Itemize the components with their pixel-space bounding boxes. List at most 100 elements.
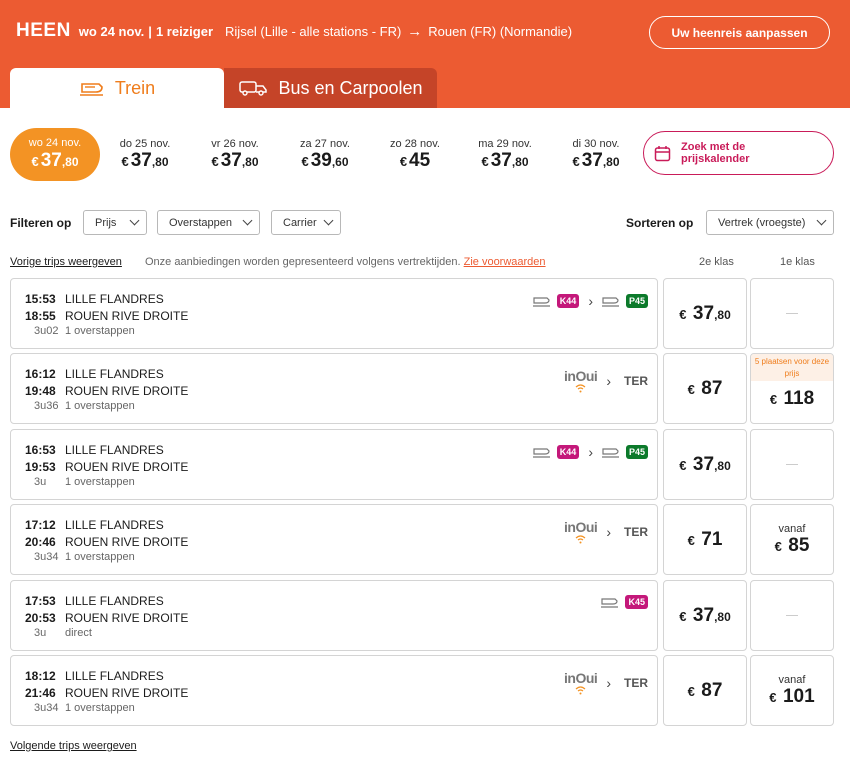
arrival-station: ROUEN RIVE DROITE bbox=[65, 309, 189, 323]
trip-times: 17:12 20:46 bbox=[25, 517, 56, 551]
first-class-fare[interactable]: 5 plaatsen voor deze prijs € 118 bbox=[750, 353, 834, 424]
traveler-count: 1 reiziger bbox=[155, 24, 214, 39]
trip-row[interactable]: 15:53 18:55 LILLE FLANDRES ROUEN RIVE DROIT… bbox=[10, 278, 658, 349]
calendar-label-2: prijskalender bbox=[681, 153, 750, 165]
second-class-header: 2e klas bbox=[699, 256, 734, 268]
trip-duration: 3u36 bbox=[34, 400, 59, 412]
trip-transfers: 1 overstappen bbox=[65, 551, 135, 563]
inoui-logo: inOui bbox=[564, 519, 598, 544]
date-price: €37,80 bbox=[31, 150, 79, 171]
first-class-fare bbox=[750, 429, 834, 500]
direction-label: HEEN bbox=[16, 20, 71, 41]
fare-price: € 71 bbox=[687, 528, 723, 550]
date-label: do 25 nov. bbox=[119, 138, 171, 150]
terms-link[interactable]: Zie voorwaarden bbox=[464, 256, 546, 268]
arrival-station: ROUEN RIVE DROITE bbox=[65, 384, 189, 398]
trip-times: 16:53 19:53 bbox=[25, 442, 56, 476]
date-label: di 30 nov. bbox=[572, 138, 620, 150]
trip-times: 16:12 19:48 bbox=[25, 366, 56, 400]
fare-price: € 101 bbox=[769, 685, 815, 707]
tab-bus-carpool[interactable]: Bus en Carpoolen bbox=[224, 68, 437, 108]
second-class-fare[interactable]: € 87 bbox=[663, 353, 747, 424]
fare-price: € 87 bbox=[687, 377, 723, 399]
wifi-icon bbox=[575, 686, 586, 695]
date-option[interactable]: di 30 nov. €37,80 bbox=[556, 138, 636, 172]
seats-notice: 5 plaatsen voor deze prijs bbox=[751, 354, 833, 381]
date-price: €37,80 bbox=[211, 150, 259, 171]
departure-station: LILLE FLANDRES bbox=[65, 443, 164, 457]
date-selected[interactable]: wo 24 nov. €37,80 bbox=[10, 128, 100, 181]
fare-price: € 118 bbox=[769, 387, 815, 409]
train-icon bbox=[532, 448, 550, 458]
filter-carrier-dropdown[interactable]: Carrier bbox=[271, 210, 341, 235]
wifi-icon bbox=[575, 384, 586, 393]
date-label: za 27 nov. bbox=[300, 138, 350, 150]
tab-train-label: Trein bbox=[114, 77, 156, 98]
wifi-icon bbox=[575, 535, 586, 544]
first-class-fare[interactable]: vanaf € 85 bbox=[750, 504, 834, 575]
train-icon bbox=[79, 83, 103, 96]
ter-label: TER bbox=[624, 675, 648, 690]
adjust-journey-button[interactable]: Uw heenreis aanpassen bbox=[649, 16, 830, 49]
previous-trips-link[interactable]: Vorige trips weergeven bbox=[10, 256, 122, 268]
filter-transfers-dropdown[interactable]: Overstappen bbox=[157, 210, 260, 235]
trip-row[interactable]: 17:53 20:53 LILLE FLANDRES ROUEN RIVE DROIT… bbox=[10, 580, 658, 651]
trip-transfers: 1 overstappen bbox=[65, 400, 135, 412]
date-option[interactable]: ma 29 nov. €37,80 bbox=[465, 138, 545, 172]
trip-times: 15:53 18:55 bbox=[25, 291, 56, 325]
bus-car-icon bbox=[239, 81, 268, 96]
trip-row[interactable]: 18:12 21:46 LILLE FLANDRES ROUEN RIVE DROIT… bbox=[10, 655, 658, 726]
date-option[interactable]: za 27 nov. €39,60 bbox=[285, 138, 365, 172]
second-class-fare[interactable]: € 71 bbox=[663, 504, 747, 575]
journey-date: wo 24 nov. bbox=[78, 24, 145, 39]
departure-time: 16:12 bbox=[25, 367, 56, 381]
date-price: €37,80 bbox=[572, 150, 620, 171]
trip-row[interactable]: 17:12 20:46 LILLE FLANDRES ROUEN RIVE DROIT… bbox=[10, 504, 658, 575]
route-arrow-icon: → bbox=[407, 23, 423, 40]
trip-row[interactable]: 16:12 19:48 LILLE FLANDRES ROUEN RIVE DROIT… bbox=[10, 353, 658, 424]
price-calendar-button[interactable]: Zoek met de prijskalender bbox=[643, 131, 834, 175]
trip-duration: 3u34 bbox=[34, 702, 59, 714]
second-class-fare[interactable]: € 87 bbox=[663, 655, 747, 726]
trip-duration: 3u bbox=[34, 476, 47, 488]
trip-duration: 3u02 bbox=[34, 325, 59, 337]
first-class-fare[interactable]: vanaf € 101 bbox=[750, 655, 834, 726]
trip-duration: 3u34 bbox=[34, 551, 59, 563]
sort-label: Sorteren op bbox=[626, 216, 694, 230]
chevron-down-icon bbox=[129, 215, 140, 226]
destination-station: Rouen (FR) (Normandie) bbox=[428, 24, 573, 39]
date-label: ma 29 nov. bbox=[478, 138, 532, 150]
departure-time: 17:53 bbox=[25, 594, 56, 608]
origin-station: Rijsel (Lille - alle stations - FR) bbox=[225, 24, 402, 39]
chevron-down-icon bbox=[323, 215, 334, 226]
calendar-icon bbox=[654, 145, 671, 161]
date-option[interactable]: zo 28 nov. €45 bbox=[375, 138, 455, 172]
summary-separator: | bbox=[148, 24, 152, 39]
arrival-time: 19:48 bbox=[25, 384, 56, 398]
trip-stations: LILLE FLANDRES ROUEN RIVE DROITE bbox=[65, 291, 188, 325]
second-class-fare[interactable]: € 37,80 bbox=[663, 429, 747, 500]
arrival-station: ROUEN RIVE DROITE bbox=[65, 611, 189, 625]
sort-dropdown[interactable]: Vertrek (vroegste) bbox=[706, 210, 834, 235]
unavailable-dash bbox=[786, 313, 798, 314]
arrival-station: ROUEN RIVE DROITE bbox=[65, 460, 189, 474]
filter-transfers-label: Overstappen bbox=[169, 216, 232, 229]
line-badge: K44 bbox=[556, 445, 580, 459]
second-class-fare[interactable]: € 37,80 bbox=[663, 580, 747, 651]
filter-price-dropdown[interactable]: Prijs bbox=[83, 210, 147, 235]
line-badge: P45 bbox=[625, 445, 648, 459]
train-icon bbox=[601, 448, 619, 458]
first-class-header: 1e klas bbox=[780, 256, 815, 268]
sort-value: Vertrek (vroegste) bbox=[718, 216, 806, 229]
second-class-fare[interactable]: € 37,80 bbox=[663, 278, 747, 349]
trip-transfers: 1 overstappen bbox=[65, 325, 135, 337]
inoui-logo: inOui bbox=[564, 368, 598, 393]
date-option[interactable]: vr 26 nov. €37,80 bbox=[195, 138, 275, 172]
tab-train[interactable]: Trein bbox=[10, 68, 224, 108]
trip-row[interactable]: 16:53 19:53 LILLE FLANDRES ROUEN RIVE DROIT… bbox=[10, 429, 658, 500]
chevron-down-icon bbox=[242, 215, 253, 226]
from-label: vanaf bbox=[778, 522, 806, 535]
date-option[interactable]: do 25 nov. €37,80 bbox=[105, 138, 185, 172]
next-trips-link[interactable]: Volgende trips weergeven bbox=[10, 740, 137, 752]
first-class-fare bbox=[750, 278, 834, 349]
